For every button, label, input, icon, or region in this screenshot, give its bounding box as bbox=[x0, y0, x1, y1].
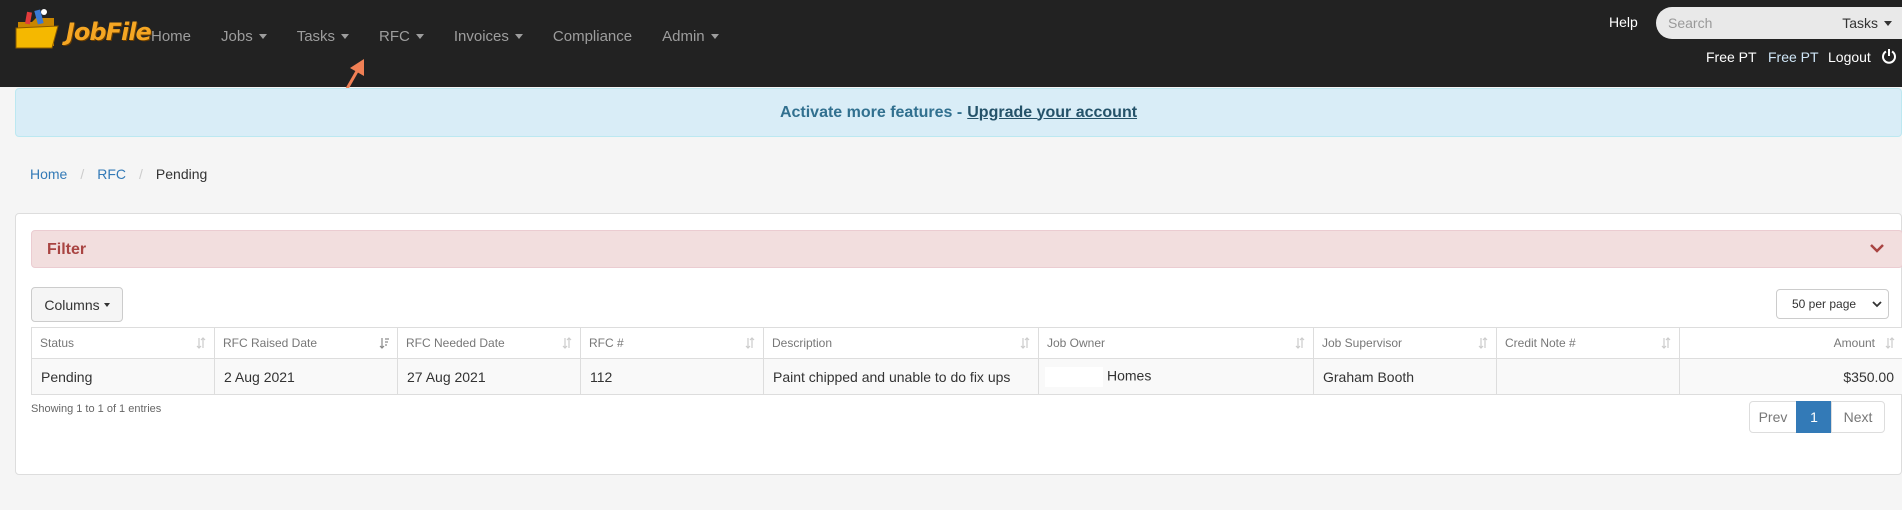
breadcrumb-separator: / bbox=[139, 166, 143, 182]
nav-compliance-label: Compliance bbox=[552, 27, 633, 45]
nav-jobs-label: Jobs bbox=[221, 27, 253, 45]
nav-home[interactable]: Home bbox=[136, 28, 206, 45]
header-label: Amount bbox=[1833, 336, 1875, 350]
sort-icon bbox=[1295, 337, 1305, 349]
sort-icon bbox=[1478, 337, 1488, 349]
nav-rfc-label: RFC bbox=[379, 27, 410, 45]
caret-down-icon bbox=[710, 33, 719, 39]
header-label: Description bbox=[772, 336, 833, 350]
folder-logo-icon bbox=[15, 9, 59, 49]
cell-status: Pending bbox=[31, 358, 215, 395]
help-link[interactable]: Help bbox=[1609, 14, 1638, 30]
sort-icon bbox=[1885, 337, 1895, 349]
rfc-table: Status RFC Raised Date RFC Needed Date R… bbox=[31, 327, 1902, 395]
search-scope-dropdown[interactable]: Tasks bbox=[1842, 15, 1892, 31]
sort-icon bbox=[1661, 337, 1671, 349]
nav-home-label: Home bbox=[151, 27, 192, 45]
caret-down-icon bbox=[258, 33, 267, 39]
column-header-rfc-number[interactable]: RFC # bbox=[580, 327, 764, 359]
prev-page-button[interactable]: Prev bbox=[1749, 401, 1797, 433]
rfc-panel: Filter Columns 50 per page Status RFC Ra… bbox=[15, 213, 1902, 475]
nav-tasks[interactable]: Tasks bbox=[282, 28, 364, 45]
job-owner-text: Homes bbox=[1107, 367, 1152, 384]
breadcrumb-separator: / bbox=[80, 166, 85, 182]
cell-job-supervisor: Graham Booth bbox=[1313, 358, 1497, 395]
search-input[interactable] bbox=[1668, 7, 1818, 39]
logout-link[interactable]: Logout bbox=[1828, 49, 1871, 65]
cell-job-owner: Homes bbox=[1038, 358, 1314, 395]
column-header-raised-date[interactable]: RFC Raised Date bbox=[214, 327, 398, 359]
table-row[interactable]: Pending 2 Aug 2021 27 Aug 2021 112 Paint… bbox=[31, 358, 1902, 395]
breadcrumb: Home / RFC / Pending bbox=[30, 166, 207, 182]
search-box: Tasks bbox=[1656, 7, 1902, 39]
sort-icon bbox=[562, 337, 572, 349]
columns-button-label: Columns bbox=[44, 296, 100, 313]
nav-admin-label: Admin bbox=[662, 27, 705, 45]
nav-rfc[interactable]: RFC bbox=[364, 28, 439, 45]
main-nav: Home Jobs Tasks RFC Invoices Compliance … bbox=[136, 0, 734, 72]
header-label: Credit Note # bbox=[1505, 336, 1576, 350]
caret-down-icon bbox=[341, 33, 350, 39]
redacted-block bbox=[1045, 366, 1103, 387]
pagination: Prev 1 Next bbox=[1749, 401, 1885, 433]
sort-icon bbox=[745, 337, 755, 349]
page-1-button[interactable]: 1 bbox=[1796, 401, 1832, 433]
chevron-down-icon bbox=[1872, 301, 1882, 308]
user-link-primary[interactable]: Free PT bbox=[1706, 49, 1757, 65]
column-header-needed-date[interactable]: RFC Needed Date bbox=[397, 327, 581, 359]
sort-icon bbox=[196, 337, 206, 349]
caret-down-icon bbox=[1884, 20, 1892, 26]
upgrade-account-link[interactable]: Upgrade your account bbox=[967, 104, 1137, 122]
column-header-credit-note[interactable]: Credit Note # bbox=[1496, 327, 1680, 359]
brand-logo[interactable]: JobFile bbox=[14, 6, 152, 56]
columns-button[interactable]: Columns bbox=[31, 287, 123, 322]
nav-jobs[interactable]: Jobs bbox=[206, 28, 282, 45]
header-label: RFC # bbox=[589, 336, 624, 350]
per-page-value: 50 per page bbox=[1792, 297, 1857, 311]
header-label: Status bbox=[40, 336, 75, 350]
chevron-down-icon bbox=[1870, 244, 1884, 253]
breadcrumb-current: Pending bbox=[155, 166, 208, 182]
upgrade-alert: Activate more features - Upgrade your ac… bbox=[15, 88, 1902, 137]
next-page-button[interactable]: Next bbox=[1831, 401, 1885, 433]
column-header-status[interactable]: Status bbox=[31, 327, 215, 359]
column-header-job-owner[interactable]: Job Owner bbox=[1038, 327, 1314, 359]
user-link-secondary[interactable]: Free PT bbox=[1768, 49, 1819, 65]
power-icon[interactable] bbox=[1881, 48, 1897, 64]
nav-invoices[interactable]: Invoices bbox=[439, 28, 538, 45]
top-navbar: JobFile Home Jobs Tasks RFC Invoices Com… bbox=[0, 0, 1902, 87]
header-label: RFC Raised Date bbox=[223, 336, 318, 350]
nav-invoices-label: Invoices bbox=[453, 27, 509, 45]
header-label: Job Owner bbox=[1047, 336, 1106, 350]
caret-down-icon bbox=[514, 33, 523, 39]
filter-toggle[interactable]: Filter bbox=[31, 230, 1902, 268]
caret-down-icon bbox=[415, 33, 424, 39]
cell-description: Paint chipped and unable to do fix ups bbox=[763, 358, 1039, 395]
header-label: Job Supervisor bbox=[1322, 336, 1403, 350]
nav-compliance[interactable]: Compliance bbox=[538, 28, 647, 45]
header-label: RFC Needed Date bbox=[406, 336, 505, 350]
alert-text: Activate more features - bbox=[779, 103, 963, 121]
table-header-row: Status RFC Raised Date RFC Needed Date R… bbox=[31, 327, 1902, 359]
breadcrumb-home[interactable]: Home bbox=[30, 166, 67, 182]
column-header-job-supervisor[interactable]: Job Supervisor bbox=[1313, 327, 1497, 359]
breadcrumb-rfc[interactable]: RFC bbox=[97, 166, 126, 182]
nav-tasks-label: Tasks bbox=[296, 27, 336, 45]
table-info: Showing 1 to 1 of 1 entries bbox=[31, 403, 162, 415]
cell-amount: $350.00 bbox=[1679, 358, 1902, 395]
filter-title: Filter bbox=[47, 241, 87, 258]
cell-credit-note bbox=[1496, 358, 1680, 395]
sort-desc-icon bbox=[379, 338, 389, 349]
cell-needed-date: 27 Aug 2021 bbox=[397, 358, 581, 395]
column-header-amount[interactable]: Amount bbox=[1679, 327, 1902, 359]
search-scope-label: Tasks bbox=[1842, 15, 1878, 31]
nav-admin[interactable]: Admin bbox=[647, 28, 734, 45]
caret-down-icon bbox=[103, 302, 110, 307]
sort-icon bbox=[1020, 337, 1030, 349]
per-page-select[interactable]: 50 per page bbox=[1776, 289, 1889, 319]
cell-raised-date: 2 Aug 2021 bbox=[214, 358, 398, 395]
cell-rfc-number: 112 bbox=[580, 358, 764, 395]
column-header-description[interactable]: Description bbox=[763, 327, 1039, 359]
